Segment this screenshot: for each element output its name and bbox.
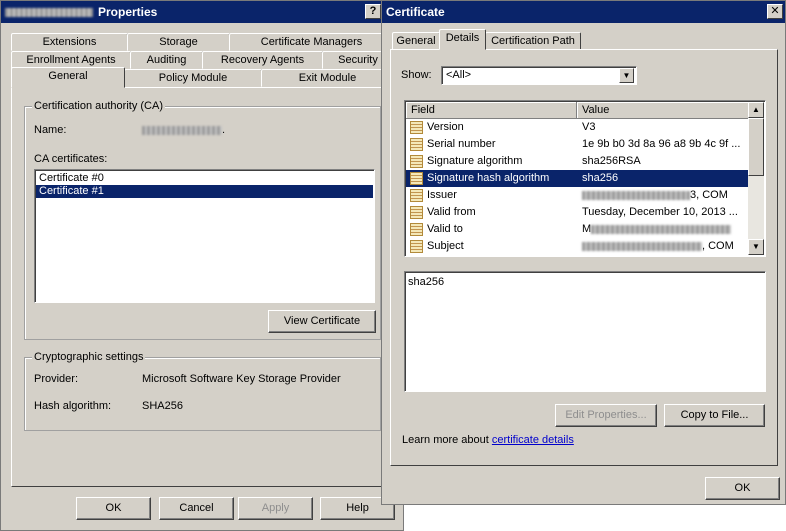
redacted-value: [591, 224, 732, 234]
hash-algorithm-label: Hash algorithm:: [34, 400, 112, 412]
redacted-value: [582, 241, 702, 251]
certificate-field-icon: [410, 206, 423, 219]
ca-certificates-label: CA certificates:: [34, 153, 108, 165]
field-value: , COM: [582, 238, 734, 255]
edit-properties-button[interactable]: Edit Properties...: [555, 404, 657, 427]
name-label: Name:: [34, 124, 67, 136]
redacted-value: [582, 190, 690, 200]
cert-ok-button[interactable]: OK: [705, 477, 780, 500]
crypto-group: Cryptographic settings Provider: Microso…: [24, 351, 381, 431]
field-value: sha256: [582, 172, 619, 184]
properties-title: Properties: [98, 5, 158, 19]
scroll-thumb[interactable]: [748, 118, 764, 176]
general-panel: Certification authority (CA) Name: . CA …: [11, 87, 394, 487]
tab-storage[interactable]: Storage: [127, 33, 230, 51]
tab-cert-details[interactable]: Details: [439, 29, 486, 50]
ca-group-title: Certification authority (CA): [32, 100, 165, 112]
tab-cert-general[interactable]: General: [392, 32, 440, 50]
show-dropdown[interactable]: <All> ▼: [441, 66, 637, 85]
field-value: 1e 9b b0 3d 8a 96 a8 9b 4c 9f ...: [582, 138, 741, 150]
certificate-titlebar[interactable]: Certificate ✕: [382, 1, 785, 23]
table-row[interactable]: Valid from Tuesday, December 10, 2013 ...: [406, 204, 748, 221]
field-name: Valid from: [427, 206, 476, 218]
field-value: 3, COM: [582, 187, 728, 204]
scroll-up-icon[interactable]: ▲: [748, 102, 764, 118]
details-panel: Show: <All> ▼ Field Value Version V3 Seria…: [390, 49, 778, 466]
tab-extensions[interactable]: Extensions: [11, 33, 128, 51]
ca-certificates-list[interactable]: Certificate #0 Certificate #1: [34, 169, 375, 303]
certificate-title: Certificate: [386, 5, 445, 19]
certificate-field-icon: [410, 223, 423, 236]
field-name: Version: [427, 121, 464, 133]
certificate-field-icon: [410, 189, 423, 202]
provider-label: Provider:: [34, 373, 79, 385]
copy-to-file-button[interactable]: Copy to File...: [664, 404, 765, 427]
column-header-value[interactable]: Value: [577, 102, 748, 118]
field-name: Issuer: [427, 189, 457, 201]
view-certificate-button[interactable]: View Certificate: [268, 310, 376, 333]
tab-general[interactable]: General: [11, 67, 125, 88]
certificate-window: Certificate ✕ General Details Certificat…: [381, 0, 786, 505]
ca-group: Certification authority (CA) Name: . CA …: [24, 100, 381, 340]
certificate-details-link[interactable]: certificate details: [492, 434, 574, 446]
field-name: Serial number: [427, 138, 496, 150]
properties-window: Properties ? Extensions Storage Certific…: [0, 0, 404, 531]
name-value: .: [142, 124, 225, 136]
table-row[interactable]: Version V3: [406, 119, 748, 136]
chevron-down-icon[interactable]: ▼: [619, 68, 634, 83]
close-icon[interactable]: ✕: [767, 4, 783, 19]
table-row[interactable]: Serial number 1e 9b b0 3d 8a 96 a8 9b 4c …: [406, 136, 748, 153]
provider-value: Microsoft Software Key Storage Provider: [142, 373, 341, 385]
tab-auditing[interactable]: Auditing: [130, 51, 203, 69]
server-name-redacted: [5, 7, 93, 17]
certificate-field-icon: [410, 240, 423, 253]
properties-titlebar[interactable]: Properties ?: [1, 1, 403, 23]
field-name: Subject: [427, 240, 464, 252]
table-row[interactable]: Subject , COM: [406, 238, 748, 255]
tab-exit-module[interactable]: Exit Module: [261, 69, 394, 87]
certificate-field-icon: [410, 155, 423, 168]
field-value: sha256RSA: [582, 155, 641, 167]
tab-certificate-managers[interactable]: Certificate Managers: [229, 33, 394, 51]
certificate-field-icon: [410, 172, 423, 185]
scroll-down-icon[interactable]: ▼: [748, 239, 764, 255]
list-item[interactable]: Certificate #0: [36, 172, 373, 185]
column-header-field[interactable]: Field: [406, 102, 577, 118]
cancel-button[interactable]: Cancel: [159, 497, 234, 520]
show-label: Show:: [401, 69, 432, 81]
table-header: Field Value: [406, 102, 748, 119]
field-detail-box[interactable]: sha256: [404, 271, 766, 392]
fields-table[interactable]: Field Value Version V3 Serial number 1e 9b …: [404, 100, 766, 257]
tab-policy-module[interactable]: Policy Module: [124, 69, 262, 87]
ok-button[interactable]: OK: [76, 497, 151, 520]
ca-name-redacted: [142, 125, 222, 135]
certificate-field-icon: [410, 138, 423, 151]
crypto-group-title: Cryptographic settings: [32, 351, 146, 363]
learn-more-text: Learn more about certificate details: [402, 434, 574, 446]
field-value: Tuesday, December 10, 2013 ...: [582, 206, 738, 218]
table-row[interactable]: Signature hash algorithm sha256: [406, 170, 748, 187]
field-value: V3: [582, 121, 596, 133]
field-name: Signature hash algorithm: [427, 172, 550, 184]
hash-algorithm-value: SHA256: [142, 400, 183, 412]
certificate-field-icon: [410, 121, 423, 134]
help-icon[interactable]: ?: [365, 4, 381, 19]
table-row[interactable]: Valid to M: [406, 221, 748, 238]
field-value: M: [582, 221, 732, 238]
table-row[interactable]: Signature algorithm sha256RSA: [406, 153, 748, 170]
tab-recovery-agents[interactable]: Recovery Agents: [202, 51, 323, 69]
fields-scrollbar[interactable]: ▲ ▼: [748, 102, 764, 255]
field-name: Valid to: [427, 223, 463, 235]
field-detail-text: sha256: [408, 276, 445, 288]
list-item[interactable]: Certificate #1: [36, 185, 373, 198]
field-name: Signature algorithm: [427, 155, 523, 167]
show-dropdown-value: <All>: [446, 69, 472, 81]
table-row[interactable]: Issuer 3, COM: [406, 187, 748, 204]
apply-button[interactable]: Apply: [238, 497, 313, 520]
learn-more-prefix: Learn more about: [402, 434, 492, 446]
tab-cert-certification-path[interactable]: Certification Path: [485, 32, 581, 50]
